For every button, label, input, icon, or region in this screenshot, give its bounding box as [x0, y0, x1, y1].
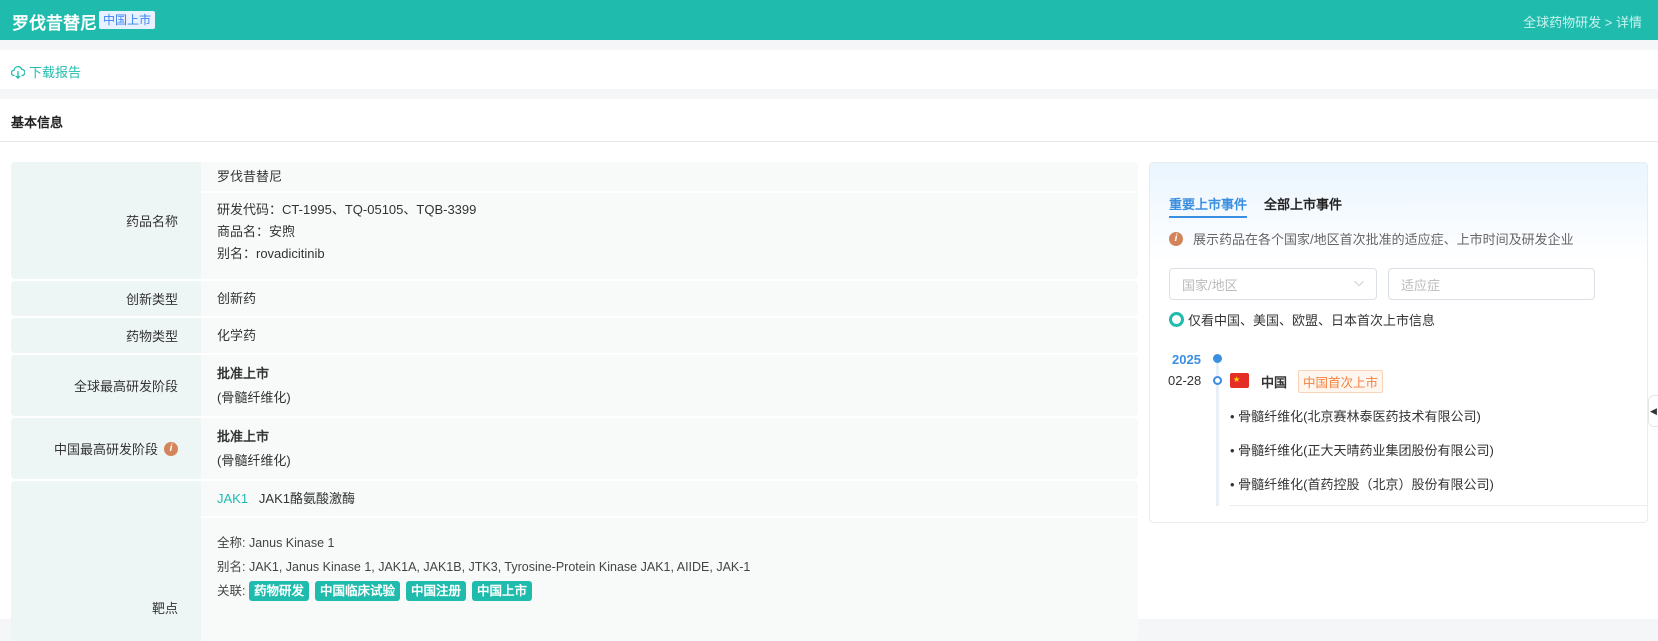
- timeline-year-dot: [1213, 354, 1222, 363]
- active-tab-indicator: [1169, 216, 1247, 218]
- alias-label: 别名:: [217, 560, 246, 574]
- indication-input[interactable]: 适应症: [1388, 268, 1595, 300]
- page-title: 罗伐昔替尼: [12, 14, 97, 33]
- radio-label: 仅看中国、美国、欧盟、日本首次上市信息: [1188, 313, 1436, 328]
- related-chip-cn-launch[interactable]: 中国上市: [472, 581, 533, 601]
- drug-type-value: 化学药: [201, 318, 1138, 353]
- target-link[interactable]: JAK1: [217, 491, 248, 506]
- event-country: 中国: [1261, 375, 1288, 390]
- timeline-date: 02-28: [1168, 373, 1202, 388]
- major-markets-radio[interactable]: 仅看中国、美国、欧盟、日本首次上市信息: [1169, 310, 1435, 329]
- tab-all-events[interactable]: 全部上市事件: [1264, 194, 1342, 213]
- toolbar: 下载报告: [0, 50, 1658, 89]
- event-item: • 骨髓纤维化(北京赛林泰医药技术有限公司): [1230, 409, 1481, 424]
- info-icon: i: [1169, 231, 1183, 246]
- target-alias: JAK1, Janus Kinase 1, JAK1A, JAK1B, JTK3…: [248, 560, 751, 574]
- full-name-label: 全称:: [217, 536, 246, 550]
- full-name: Janus Kinase 1: [248, 536, 335, 550]
- row-drug-name: 药品名称 罗伐昔替尼 研发代码：CT-1995、TQ-05105、TQB-339…: [11, 162, 1138, 279]
- row-target: 靶点 JAK1 JAK1酪氨酸激酶 全称: Janus Kinase 1 别名:…: [11, 481, 1138, 641]
- row-drug-type: 药物类型 化学药: [11, 318, 1138, 353]
- country-placeholder: 国家/地区: [1182, 278, 1238, 293]
- global-stage-value: 批准上市: [217, 365, 270, 381]
- tab-key-events[interactable]: 重要上市事件: [1169, 194, 1247, 213]
- innovation-value: 创新药: [201, 281, 1138, 316]
- event-item: • 骨髓纤维化(正大天晴药业集团股份有限公司): [1230, 443, 1494, 458]
- radio-icon: [1169, 312, 1184, 327]
- launch-events-panel: 重要上市事件 全部上市事件 i 展示药品在各个国家/地区首次批准的适应症、上市时…: [1149, 162, 1648, 523]
- row-innovation: 创新类型 创新药: [11, 281, 1138, 316]
- row-label: 创新类型: [11, 281, 201, 316]
- related-chip-drug-rd[interactable]: 药物研发: [248, 581, 309, 601]
- china-stage-value: 批准上市: [217, 428, 270, 444]
- row-label: 药物类型: [11, 318, 201, 353]
- top-header: 罗伐昔替尼 中国上市 全球药物研发 > 详情: [0, 0, 1658, 40]
- row-global-stage: 全球最高研发阶段 批准上市 (骨髓纤维化): [11, 355, 1138, 416]
- event-item: • 骨髓纤维化(首药控股（北京）股份有限公司): [1230, 477, 1494, 492]
- divider: [1230, 505, 1647, 506]
- divider: [0, 141, 1658, 142]
- country-select[interactable]: 国家/地区 ⌵: [1169, 268, 1377, 300]
- china-stage-indication: (骨髓纤维化): [217, 452, 291, 468]
- row-label: 药品名称: [11, 162, 201, 279]
- section-title: 基本信息: [11, 115, 64, 130]
- info-text: 展示药品在各个国家/地区首次批准的适应症、上市时间及研发企业: [1193, 232, 1574, 247]
- drug-name-value: 罗伐昔替尼: [201, 162, 1138, 193]
- dev-codes: 研发代码：CT-1995、TQ-05105、TQB-3399: [217, 202, 477, 217]
- info-icon[interactable]: i: [164, 441, 178, 456]
- row-label: 靶点: [151, 601, 178, 616]
- row-label: 中国最高研发阶段: [53, 442, 158, 457]
- trade-name: 商品名：安煦: [217, 224, 296, 239]
- china-flag-icon: ★: [1230, 373, 1249, 388]
- breadcrumb[interactable]: 全球药物研发 > 详情: [1523, 12, 1642, 31]
- related-label: 关联:: [217, 584, 246, 598]
- related-chip-cn-registration[interactable]: 中国注册: [406, 581, 467, 601]
- indication-placeholder: 适应症: [1401, 278, 1441, 293]
- status-badge: 中国上市: [99, 11, 156, 29]
- related-chip-cn-trial[interactable]: 中国临床试验: [314, 581, 400, 601]
- timeline-year: 2025: [1172, 352, 1201, 367]
- global-stage-indication: (骨髓纤维化): [217, 389, 291, 405]
- chevron-down-icon: ⌵: [1354, 274, 1364, 289]
- collapse-panel-handle[interactable]: ◀: [1648, 395, 1658, 427]
- download-label: 下载报告: [29, 65, 82, 80]
- row-label: 全球最高研发阶段: [11, 355, 201, 416]
- cloud-download-icon: [11, 65, 25, 79]
- row-china-stage: 中国最高研发阶段 i 批准上市 (骨髓纤维化): [11, 418, 1138, 479]
- event-badge: 中国首次上市: [1298, 370, 1384, 393]
- download-report-button[interactable]: 下载报告: [11, 62, 81, 81]
- alias: 别名：rovadicitinib: [217, 246, 325, 261]
- target-name: JAK1酪氨酸激酶: [258, 491, 355, 506]
- timeline-event-dot: [1213, 376, 1222, 385]
